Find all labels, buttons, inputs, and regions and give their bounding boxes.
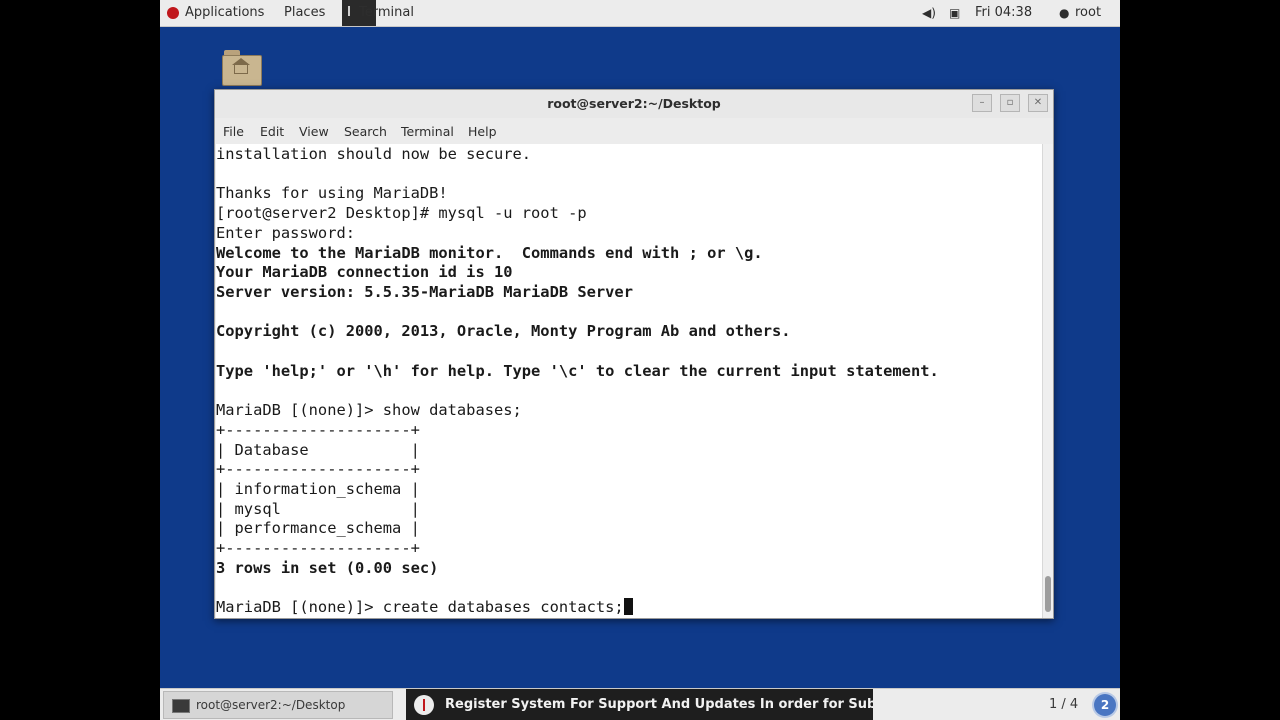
menu-file[interactable]: File — [223, 124, 244, 139]
terminal-line: MariaDB [(none)]> create databases conta… — [216, 597, 633, 617]
window-title[interactable]: root@server2:~/Desktop — [215, 90, 1053, 118]
notification-icon — [414, 695, 434, 715]
notification-text: Register System For Support And Updates … — [445, 697, 873, 712]
applications-menu[interactable]: Applications — [185, 0, 264, 26]
terminal-icon — [172, 699, 190, 713]
maximize-button[interactable]: ▫ — [1000, 94, 1020, 112]
user-menu[interactable]: root — [1075, 0, 1101, 26]
top-panel: Applications Places Terminal ◀) ▣ Fri 04… — [160, 0, 1120, 27]
terminal-line: Enter password: — [216, 223, 355, 242]
minimize-button[interactable]: – — [972, 94, 992, 112]
terminal-line: 3 rows in set (0.00 sec) — [216, 558, 439, 577]
terminal-window: root@server2:~/Desktop – ▫ ✕ File Edit V… — [214, 89, 1054, 619]
terminal-line: installation should now be secure. — [216, 145, 532, 163]
clock[interactable]: Fri 04:38 — [975, 0, 1032, 26]
taskbar-terminal-label: root@server2:~/Desktop — [196, 698, 346, 712]
notification-banner[interactable]: Register System For Support And Updates … — [406, 689, 873, 720]
menu-help[interactable]: Help — [468, 124, 497, 139]
terminal-line: +--------------------+ — [216, 460, 420, 479]
home-folder-icon[interactable] — [222, 50, 262, 86]
user-icon: ● — [1059, 6, 1070, 20]
terminal-line: | Database | — [216, 440, 420, 459]
terminal-line: +--------------------+ — [216, 420, 420, 439]
close-button[interactable]: ✕ — [1028, 94, 1048, 112]
network-icon[interactable]: ▣ — [949, 0, 960, 26]
terminal-output[interactable]: installation should now be secure. Thanks… — [216, 144, 1042, 618]
terminal-line: Thanks for using MariaDB! — [216, 184, 448, 203]
terminal-line: Copyright (c) 2000, 2013, Oracle, Monty … — [216, 322, 791, 341]
terminal-line: | mysql | — [216, 499, 420, 518]
terminal-line: MariaDB [(none)]> show databases; — [216, 401, 522, 420]
workspace-indicator[interactable]: 1 / 4 — [1049, 697, 1078, 712]
terminal-line: Type 'help;' or '\h' for help. Type '\c'… — [216, 361, 939, 380]
menu-edit[interactable]: Edit — [260, 124, 284, 139]
active-app-label[interactable]: Terminal — [359, 0, 414, 26]
speaker-icon[interactable]: ◀) — [922, 0, 936, 26]
terminal-line: Server version: 5.5.35-MariaDB MariaDB S… — [216, 282, 633, 301]
taskbar-terminal-button[interactable]: root@server2:~/Desktop — [163, 691, 393, 719]
redhat-logo-icon — [167, 7, 179, 19]
terminal-line: | performance_schema | — [216, 519, 420, 538]
menu-view[interactable]: View — [299, 124, 329, 139]
places-menu[interactable]: Places — [284, 0, 325, 26]
terminal-line: [root@server2 Desktop]# mysql -u root -p — [216, 204, 587, 223]
menu-bar: File Edit View Search Terminal Help — [215, 118, 1053, 144]
menu-terminal[interactable]: Terminal — [401, 124, 454, 139]
bottom-panel: root@server2:~/Desktop Register System F… — [160, 688, 1120, 720]
menu-search[interactable]: Search — [344, 124, 387, 139]
desktop: Applications Places Terminal ◀) ▣ Fri 04… — [160, 0, 1120, 720]
terminal-line: +--------------------+ — [216, 539, 420, 557]
scrollbar-thumb[interactable] — [1045, 576, 1051, 612]
text-cursor — [623, 598, 633, 616]
terminal-line: | information_schema | — [216, 479, 420, 498]
terminal-line: Welcome to the MariaDB monitor. Commands… — [216, 243, 763, 262]
scrollbar[interactable] — [1042, 144, 1053, 618]
message-tray-badge[interactable]: 2 — [1094, 694, 1116, 716]
terminal-line: Your MariaDB connection id is 10 — [216, 263, 513, 282]
